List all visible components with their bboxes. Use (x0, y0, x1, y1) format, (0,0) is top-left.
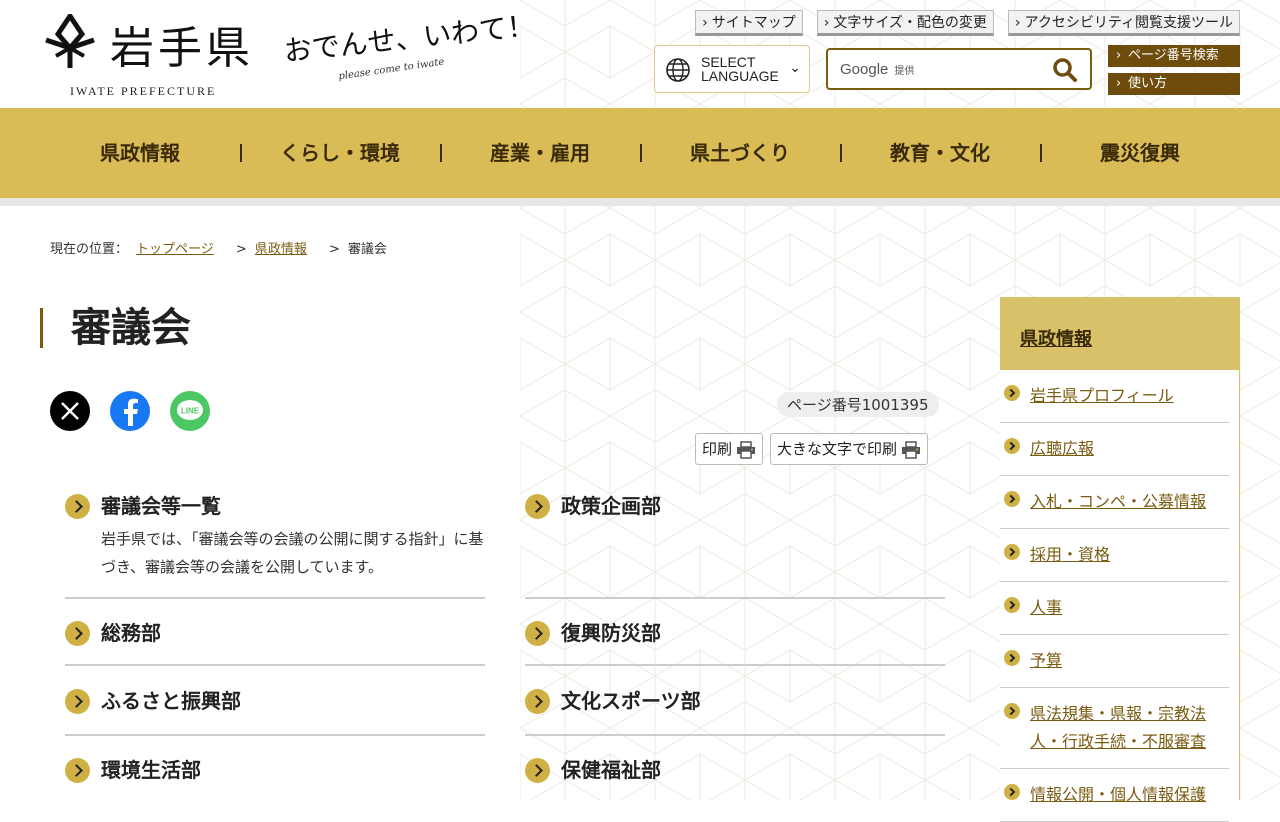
page-number-badge: ページ番号1001395 (777, 392, 939, 417)
category-link[interactable]: ふるさと振興部 (65, 688, 485, 714)
category-hoken-fukushi: 保健福祉部 (525, 757, 945, 783)
sidebar-title[interactable]: 県政情報 (1020, 325, 1092, 351)
text-size-color-link[interactable]: 文字サイズ・配色の変更 (816, 10, 994, 36)
sidebar: 県政情報 岩手県プロフィール 広聴広報 入札・コンペ・公募情報 採用・資格 人事… (1000, 297, 1240, 822)
language-label: SELECT LANGUAGE (701, 54, 779, 84)
page-title: 審議会 (40, 308, 191, 348)
breadcrumb-kensei[interactable]: 県政情報 (255, 242, 307, 257)
breadcrumb-current: 審議会 (347, 242, 387, 257)
site-header: 岩手県 IWATE PREFECTURE おでんせ、いわて！ please co… (0, 0, 1280, 108)
search-input[interactable] (834, 56, 1048, 84)
site-search[interactable]: Google 提供 (826, 48, 1092, 90)
x-logo-icon[interactable] (50, 391, 90, 431)
utility-links: サイトマップ 文字サイズ・配色の変更 アクセシビリティ閲覧支援ツール (695, 10, 1240, 36)
category-description: 岩手県では、「審議会等の会議の公開に関する指針」に基づき、審議会等の会議を公開し… (101, 530, 484, 576)
divider (525, 597, 945, 599)
printer-icon (902, 441, 921, 459)
sitemap-link[interactable]: サイトマップ (695, 10, 803, 36)
divider (525, 734, 945, 736)
nav-kendo[interactable]: 県土づくり (640, 108, 840, 198)
nav-kurashi[interactable]: くらし・環境 (240, 108, 440, 198)
sidebar-item-hoki[interactable]: 県法規集・県報・宗教法人・行政手続・不服審査 (1000, 688, 1229, 769)
print-button[interactable]: 印刷 (695, 433, 764, 465)
breadcrumb-separator: > (235, 242, 247, 257)
category-somu: 総務部 (65, 620, 485, 646)
category-shingikai-list: 審議会等一覧 岩手県では、「審議会等の会議の公開に関する指針」に基づき、審議会等… (65, 493, 485, 581)
search-icon[interactable] (1052, 57, 1078, 83)
nav-kyoiku[interactable]: 教育・文化 (840, 108, 1040, 198)
category-link[interactable]: 政策企画部 (525, 493, 945, 519)
facebook-icon[interactable] (110, 391, 150, 431)
breadcrumb-label: 現在の位置： (50, 242, 129, 257)
share-buttons: LINE (50, 391, 210, 431)
chevron-down-icon: ⌄ (789, 60, 801, 76)
svg-text:LINE: LINE (181, 407, 200, 416)
print-large-label: 大きな文字で印刷 (777, 441, 898, 458)
globe-icon (666, 58, 690, 82)
sidebar-item-saiyo[interactable]: 採用・資格 (1000, 529, 1229, 582)
divider (525, 664, 945, 666)
category-bunka-sports: 文化スポーツ部 (525, 688, 945, 714)
printer-icon (737, 441, 756, 459)
breadcrumb-top[interactable]: トップページ (136, 242, 214, 257)
sidebar-header: 県政情報 (1000, 297, 1240, 370)
print-large-button[interactable]: 大きな文字で印刷 (770, 433, 929, 465)
print-label: 印刷 (702, 441, 733, 458)
divider (65, 734, 485, 736)
logo-english: IWATE PREFECTURE (70, 84, 217, 98)
catchphrase-main: おでんせ、いわて！ (282, 8, 537, 69)
site-logo[interactable]: 岩手県 IWATE PREFECTURE (40, 10, 270, 100)
category-furusato: ふるさと振興部 (65, 688, 485, 714)
category-kankyo: 環境生活部 (65, 757, 485, 783)
global-nav: 県政情報 くらし・環境 産業・雇用 県土づくり 教育・文化 震災復興 (0, 108, 1280, 198)
prefecture-emblem-icon (45, 14, 95, 68)
accessibility-tool-link[interactable]: アクセシビリティ閲覧支援ツール (1007, 10, 1240, 36)
nav-sangyo[interactable]: 産業・雇用 (440, 108, 640, 198)
category-link[interactable]: 保健福祉部 (525, 757, 945, 783)
category-link[interactable]: 復興防災部 (525, 620, 945, 646)
divider (65, 664, 485, 666)
divider (65, 597, 485, 599)
logo-title: 岩手県 (110, 23, 254, 74)
breadcrumb: 現在の位置： トップページ > 県政情報 > 審議会 (50, 238, 387, 257)
sidebar-item-nyusatsu[interactable]: 入札・コンペ・公募情報 (1000, 476, 1229, 529)
nav-kensei[interactable]: 県政情報 (40, 108, 240, 198)
breadcrumb-separator: > (328, 242, 340, 257)
sidebar-item-yosan[interactable]: 予算 (1000, 635, 1229, 688)
category-link[interactable]: 総務部 (65, 620, 485, 646)
catchphrase: おでんせ、いわて！ please come to iwate (282, 9, 536, 94)
category-seisaku-kikaku: 政策企画部 (525, 493, 945, 519)
nav-divider (0, 198, 1280, 206)
sidebar-item-kocho[interactable]: 広聴広報 (1000, 423, 1229, 476)
language-select[interactable]: SELECT LANGUAGE ⌄ (654, 45, 810, 93)
usage-button[interactable]: 使い方 (1108, 73, 1240, 95)
line-icon[interactable]: LINE (170, 391, 210, 431)
sidebar-item-profile[interactable]: 岩手県プロフィール (1000, 370, 1229, 423)
page-number-search-button[interactable]: ページ番号検索 (1108, 45, 1240, 67)
category-link[interactable]: 文化スポーツ部 (525, 688, 945, 714)
sidebar-item-jinji[interactable]: 人事 (1000, 582, 1229, 635)
category-fukko-bosai: 復興防災部 (525, 620, 945, 646)
category-link[interactable]: 環境生活部 (65, 757, 485, 783)
sidebar-menu: 岩手県プロフィール 広聴広報 入札・コンペ・公募情報 採用・資格 人事 予算 県… (1000, 370, 1240, 822)
category-link[interactable]: 審議会等一覧 (65, 493, 485, 519)
nav-shinsai[interactable]: 震災復興 (1040, 108, 1240, 198)
sidebar-item-johokokai[interactable]: 情報公開・個人情報保護 (1000, 769, 1229, 822)
